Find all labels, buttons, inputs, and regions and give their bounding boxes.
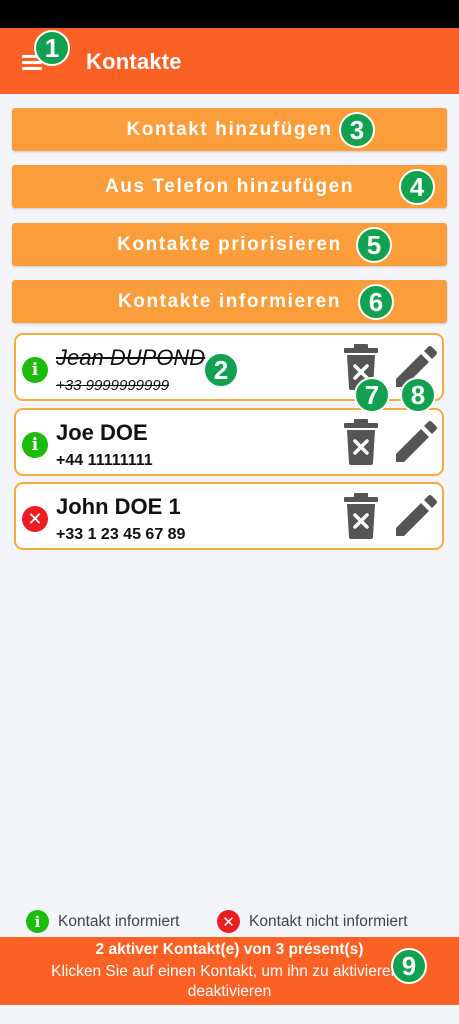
footer-hint: Klicken Sie auf einen Kontakt, um ihn zu… [51,963,408,1000]
not-informed-icon: ✕ [217,910,240,933]
delete-icon[interactable] [342,493,380,539]
edit-icon[interactable] [392,420,438,466]
legend-not-informed: ✕ Kontakt nicht informiert [217,910,408,933]
bottom-strip [0,1005,459,1024]
contact-name: Jean DUPOND [56,345,206,370]
edit-icon[interactable] [392,494,438,540]
contact-phone: +33 1 23 45 67 89 [56,526,186,543]
tutorial-badge: 6 [358,284,394,320]
legend-informed: i Kontakt informiert [26,910,179,933]
tutorial-badge: 3 [339,112,375,148]
tutorial-badge: 2 [203,352,239,388]
legend-not-informed-label: Kontakt nicht informiert [249,912,408,930]
not-informed-icon: ✕ [22,506,48,532]
contact-name: John DOE 1 [56,494,181,519]
contact-phone: +33 9999999999 [56,377,170,394]
tutorial-badge: 5 [356,227,392,263]
contact-name: Joe DOE [56,420,148,445]
page-title: Kontakte [86,49,182,74]
delete-icon[interactable] [342,419,380,465]
tutorial-badge: 9 [391,948,427,984]
active-contacts-count: 2 aktiver Kontakt(e) von 3 présent(s) [95,941,364,958]
tutorial-badge: 4 [399,169,435,205]
tutorial-badge: 8 [400,377,436,413]
contact-card[interactable]: i Joe DOE +44 11111111 [14,408,444,476]
contact-card[interactable]: ✕ John DOE 1 +33 1 23 45 67 89 [14,482,444,550]
add-from-phone-button[interactable]: Aus Telefon hinzufügen [12,165,447,208]
footer-status: 2 aktiver Kontakt(e) von 3 présent(s) Kl… [0,937,459,1005]
informed-icon: i [22,357,48,383]
legend-informed-label: Kontakt informiert [58,912,180,930]
tutorial-badge: 1 [34,30,70,66]
app-bar: Kontakte [0,28,459,94]
tutorial-badge: 7 [354,377,390,413]
contact-phone: +44 11111111 [56,452,153,469]
status-bar [0,0,459,28]
informed-icon: i [26,910,49,933]
add-contact-button[interactable]: Kontakt hinzufügen [12,108,447,151]
informed-icon: i [22,432,48,458]
